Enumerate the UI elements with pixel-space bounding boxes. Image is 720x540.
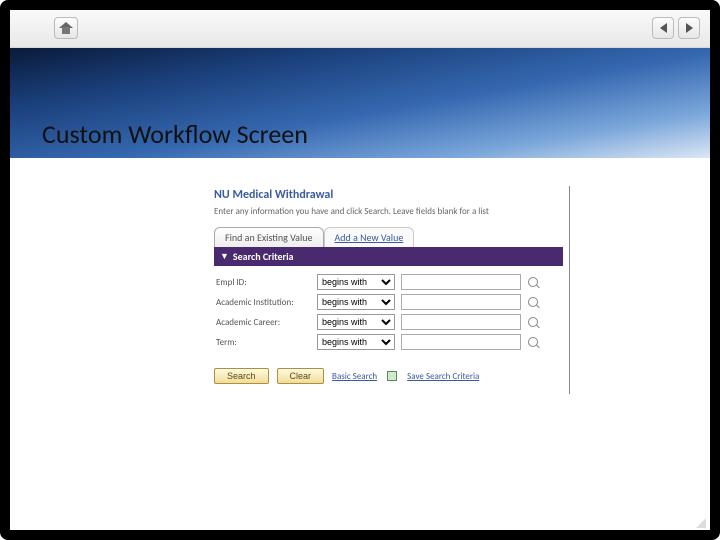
tab-find-existing[interactable]: Find an Existing Value [214,227,324,247]
label-career: Academic Career: [216,317,311,328]
lookup-institution[interactable] [527,296,539,308]
chevron-right-icon [686,23,693,33]
module-instructions: Enter any information you have and click… [214,206,563,217]
search-button[interactable]: Search [214,368,269,384]
search-fields: Empl ID: begins with Academic Institutio… [214,266,563,358]
slide-frame: Custom Workflow Screen NU Medical Withdr… [0,0,720,540]
title-banner: Custom Workflow Screen [10,48,710,158]
home-button[interactable] [54,17,78,39]
field-row-career: Academic Career: begins with [216,314,561,330]
lookup-career[interactable] [527,316,539,328]
save-criteria-link[interactable]: Save Search Criteria [407,371,479,382]
field-row-institution: Academic Institution: begins with [216,294,561,310]
lookup-term[interactable] [527,336,539,348]
input-career[interactable] [401,314,521,330]
field-row-term: Term: begins with [216,334,561,350]
op-career[interactable]: begins with [317,314,395,330]
search-icon [528,337,538,347]
module-title: NU Medical Withdrawal [214,188,563,202]
lookup-emplid[interactable] [527,276,539,288]
collapse-icon: ▼ [220,251,229,262]
content-area: NU Medical Withdrawal Enter any informat… [10,158,710,394]
resize-grip-icon [696,518,706,528]
op-term[interactable]: begins with [317,334,395,350]
op-emplid[interactable]: begins with [317,274,395,290]
action-row: Search Clear Basic Search Save Search Cr… [214,368,563,384]
basic-search-link[interactable]: Basic Search [332,371,377,382]
search-icon [528,277,538,287]
input-emplid[interactable] [401,274,521,290]
next-button[interactable] [678,17,700,39]
chevron-left-icon [660,23,667,33]
search-icon [528,317,538,327]
save-icon [387,371,397,381]
home-icon [59,22,73,34]
label-institution: Academic Institution: [216,297,311,308]
search-criteria-label: Search Criteria [233,250,294,263]
tab-add-new[interactable]: Add a New Value [324,227,415,247]
prev-button[interactable] [652,17,674,39]
input-term[interactable] [401,334,521,350]
search-criteria-header[interactable]: ▼ Search Criteria [214,247,563,266]
search-icon [528,297,538,307]
input-institution[interactable] [401,294,521,310]
label-term: Term: [216,337,311,348]
field-row-emplid: Empl ID: begins with [216,274,561,290]
label-emplid: Empl ID: [216,277,311,288]
toolbar [10,10,710,48]
nav-buttons [652,17,700,39]
app-screenshot: NU Medical Withdrawal Enter any informat… [210,186,570,394]
clear-button[interactable]: Clear [277,368,325,384]
page-title: Custom Workflow Screen [42,118,308,150]
tab-strip: Find an Existing Value Add a New Value [214,227,563,247]
op-institution[interactable]: begins with [317,294,395,310]
